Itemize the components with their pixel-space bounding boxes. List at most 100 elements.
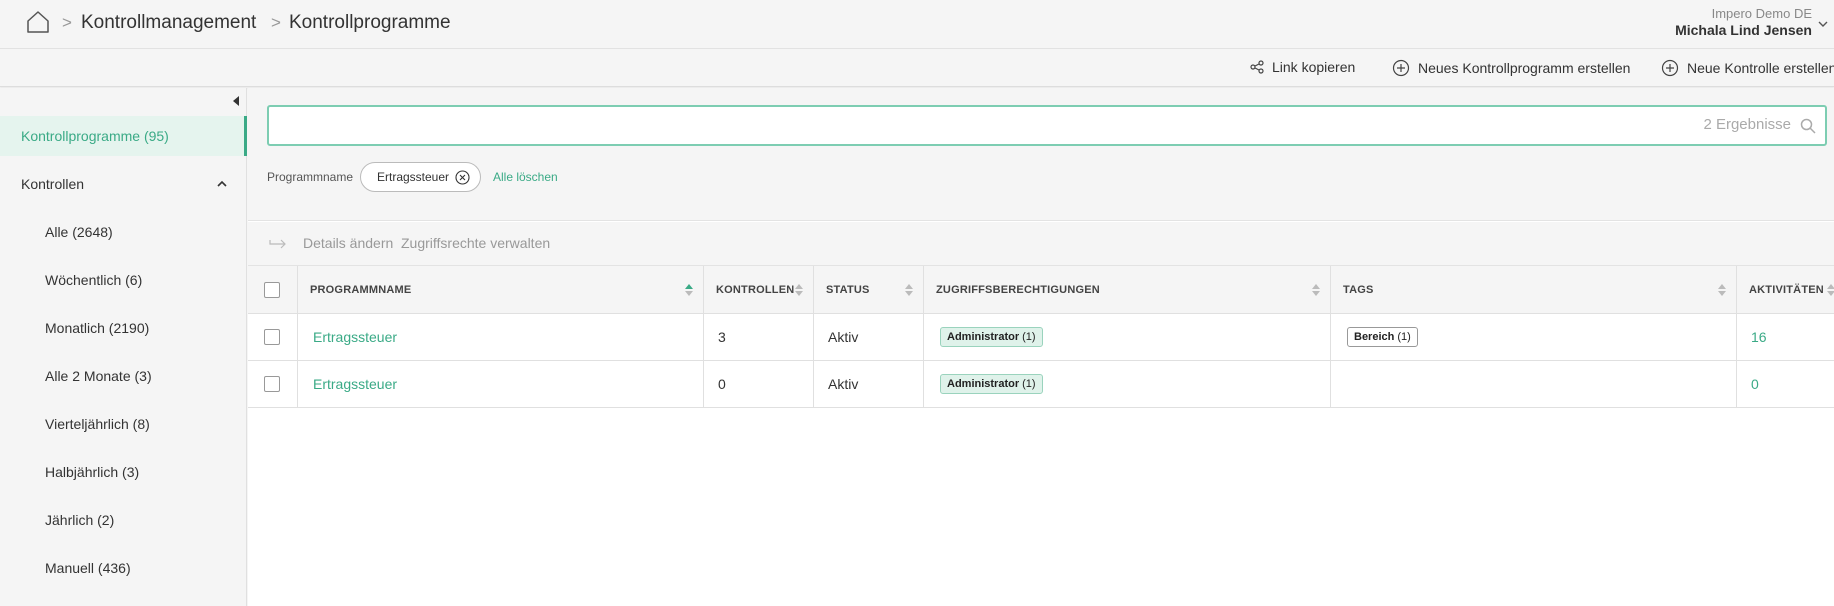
cell-programmname: Ertragssteuer bbox=[298, 361, 704, 407]
edit-details-button[interactable]: Details ändern bbox=[303, 235, 393, 251]
sidebar-item-vierteljaehrlich[interactable]: Vierteljährlich (8) bbox=[0, 404, 247, 444]
cell-tags bbox=[1331, 361, 1737, 407]
table-toolbar: Details ändern Zugriffsrechte verwalten bbox=[248, 222, 1834, 266]
role-badge-label: Administrator bbox=[947, 331, 1020, 343]
column-header-kontrollen[interactable]: KONTROLLEN bbox=[704, 266, 814, 313]
role-badge[interactable]: Administrator (1) bbox=[940, 374, 1043, 394]
row-checkbox-cell bbox=[248, 361, 298, 407]
cell-aktivitaeten: 16 bbox=[1737, 314, 1834, 360]
activities-link[interactable]: 0 bbox=[1737, 376, 1759, 392]
tag-badge-label: Bereich bbox=[1354, 331, 1395, 343]
program-name-link[interactable]: Ertragssteuer bbox=[298, 376, 397, 392]
sort-icon bbox=[795, 284, 803, 296]
sidebar-item-label: Kontrollprogramme (95) bbox=[21, 128, 169, 144]
column-header-programmname[interactable]: PROGRAMMNAME bbox=[298, 266, 704, 313]
header-checkbox-cell bbox=[248, 266, 298, 313]
table-row[interactable]: Ertragssteuer 3 Aktiv Administrator (1) … bbox=[248, 314, 1834, 361]
sidebar-item-label: Vierteljährlich (8) bbox=[45, 416, 150, 432]
tag-badge[interactable]: Bereich (1) bbox=[1347, 327, 1418, 347]
sidebar-item-manuell[interactable]: Manuell (436) bbox=[0, 548, 247, 588]
copy-link-button[interactable]: Link kopieren bbox=[1250, 59, 1355, 75]
new-control-button[interactable]: Neue Kontrolle erstellen bbox=[1661, 59, 1834, 77]
sort-icon bbox=[1312, 284, 1320, 296]
sidebar-item-halbjaehrlich[interactable]: Halbjährlich (3) bbox=[0, 452, 247, 492]
cell-zugriffsberechtigungen: Administrator (1) bbox=[924, 361, 1331, 407]
search-box[interactable]: 2 Ergebnisse bbox=[267, 105, 1827, 146]
main-content: 2 Ergebnisse Programmname Ertragssteuer … bbox=[248, 88, 1834, 606]
organization-name: Impero Demo DE bbox=[1711, 6, 1812, 21]
close-circle-icon[interactable] bbox=[455, 170, 470, 185]
cell-status: Aktiv bbox=[814, 361, 924, 407]
controls-count: 0 bbox=[718, 376, 726, 392]
share-icon bbox=[1250, 60, 1264, 74]
status-text: Aktiv bbox=[828, 329, 859, 345]
filter-chip: Ertragssteuer bbox=[360, 162, 481, 192]
column-header-status[interactable]: STATUS bbox=[814, 266, 924, 313]
home-icon[interactable] bbox=[26, 10, 50, 34]
sidebar-item-label: Jährlich (2) bbox=[45, 512, 115, 528]
row-checkbox[interactable] bbox=[264, 376, 280, 392]
cell-tags: Bereich (1) bbox=[1331, 314, 1737, 360]
user-name: Michala Lind Jensen bbox=[1675, 22, 1812, 38]
sort-icon bbox=[1718, 284, 1726, 296]
search-input[interactable] bbox=[279, 113, 1579, 139]
plus-circle-icon bbox=[1392, 59, 1410, 77]
sidebar-item-woechentlich[interactable]: Wöchentlich (6) bbox=[0, 260, 247, 300]
sidebar-item-label: Alle 2 Monate (3) bbox=[45, 368, 152, 384]
sidebar-item-jaehrlich[interactable]: Jährlich (2) bbox=[0, 500, 247, 540]
sort-icon bbox=[1827, 284, 1834, 296]
sidebar-item-label: Alle (2648) bbox=[45, 224, 113, 240]
column-label: ZUGRIFFSBERECHTIGUNGEN bbox=[936, 283, 1100, 296]
sort-icon bbox=[905, 284, 913, 296]
filter-area: 2 Ergebnisse Programmname Ertragssteuer … bbox=[248, 88, 1834, 221]
sidebar-item-monatlich[interactable]: Monatlich (2190) bbox=[0, 308, 247, 348]
sidebar-item-kontrollprogramme[interactable]: Kontrollprogramme (95) bbox=[0, 116, 247, 156]
new-control-label: Neue Kontrolle erstellen bbox=[1687, 60, 1834, 76]
new-program-button[interactable]: Neues Kontrollprogramm erstellen bbox=[1392, 59, 1630, 77]
row-checkbox[interactable] bbox=[264, 329, 280, 345]
column-label: AKTIVITÄTEN bbox=[1749, 283, 1824, 296]
account-menu[interactable]: Impero Demo DE Michala Lind Jensen bbox=[1675, 6, 1812, 39]
cell-zugriffsberechtigungen: Administrator (1) bbox=[924, 314, 1331, 360]
chevron-up-icon bbox=[217, 180, 227, 187]
status-text: Aktiv bbox=[828, 376, 859, 392]
sort-ascending-icon bbox=[685, 284, 693, 296]
sidebar-group-kontrollen[interactable]: Kontrollen bbox=[0, 164, 247, 204]
column-label: PROGRAMMNAME bbox=[310, 283, 412, 296]
breadcrumb-kontrollprogramme: Kontrollprogramme bbox=[289, 12, 451, 33]
cell-programmname: Ertragssteuer bbox=[298, 314, 704, 360]
sidebar-item-label: Monatlich (2190) bbox=[45, 320, 150, 336]
activities-link[interactable]: 16 bbox=[1737, 329, 1767, 345]
clear-all-filters-link[interactable]: Alle löschen bbox=[493, 170, 558, 184]
program-name-link[interactable]: Ertragssteuer bbox=[298, 329, 397, 345]
role-badge[interactable]: Administrator (1) bbox=[940, 327, 1043, 347]
breadcrumb-separator: > bbox=[62, 13, 72, 32]
table-row[interactable]: Ertragssteuer 0 Aktiv Administrator (1) … bbox=[248, 361, 1834, 408]
manage-access-button[interactable]: Zugriffsrechte verwalten bbox=[401, 235, 550, 251]
select-all-checkbox[interactable] bbox=[264, 281, 280, 298]
collapse-sidebar-icon[interactable] bbox=[232, 95, 240, 107]
column-header-aktivitaeten[interactable]: AKTIVITÄTEN bbox=[1737, 266, 1834, 313]
result-count: 2 Ergebnisse bbox=[1703, 116, 1791, 133]
sidebar-item-label: Wöchentlich (6) bbox=[45, 272, 143, 288]
filter-label: Programmname bbox=[267, 170, 354, 184]
search-icon[interactable] bbox=[1800, 118, 1816, 134]
tag-badge-count: (1) bbox=[1397, 331, 1411, 343]
sidebar-item-alle-2-monate[interactable]: Alle 2 Monate (3) bbox=[0, 356, 247, 396]
top-bar: > Kontrollmanagement > Kontrollprogramme… bbox=[0, 0, 1834, 49]
breadcrumb-separator: > bbox=[271, 13, 281, 32]
controls-count: 3 bbox=[718, 329, 726, 345]
cell-kontrollen: 3 bbox=[704, 314, 814, 360]
role-badge-count: (1) bbox=[1022, 331, 1036, 343]
column-header-zugriffsberechtigungen[interactable]: ZUGRIFFSBERECHTIGUNGEN bbox=[924, 266, 1331, 313]
sidebar-item-alle[interactable]: Alle (2648) bbox=[0, 212, 247, 252]
arrow-right-icon bbox=[269, 239, 286, 249]
chevron-down-icon[interactable] bbox=[1818, 20, 1828, 28]
column-label: TAGS bbox=[1343, 283, 1374, 296]
sidebar: Kontrollprogramme (95) Kontrollen Alle (… bbox=[0, 88, 247, 606]
action-bar: Link kopieren Neues Kontrollprogramm ers… bbox=[0, 49, 1834, 87]
breadcrumb-kontrollmanagement[interactable]: Kontrollmanagement bbox=[81, 12, 256, 34]
sidebar-item-label: Manuell (436) bbox=[45, 560, 131, 576]
column-header-tags[interactable]: TAGS bbox=[1331, 266, 1737, 313]
role-badge-label: Administrator bbox=[947, 378, 1020, 390]
